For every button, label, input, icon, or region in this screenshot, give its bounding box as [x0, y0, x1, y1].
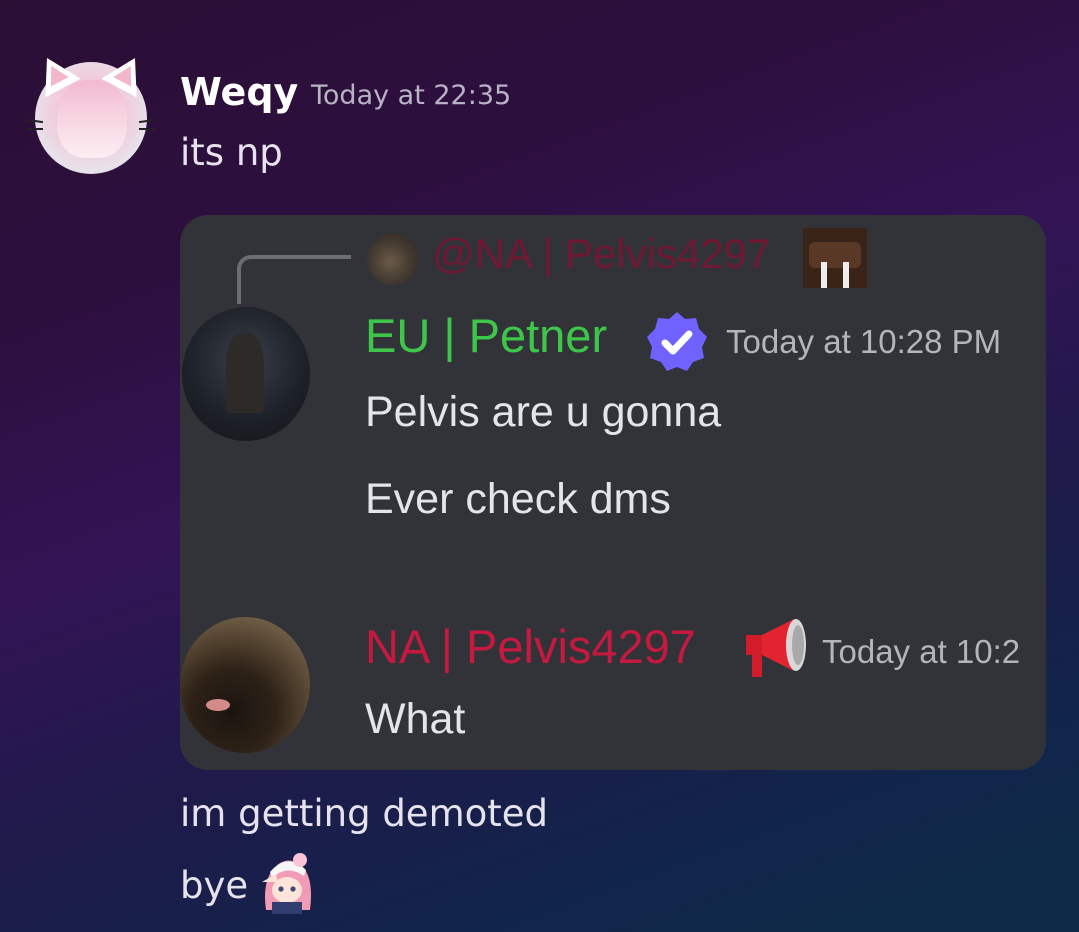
avatar-face	[57, 80, 127, 158]
avatar-figure	[226, 333, 264, 413]
petner-timestamp: Today at 10:28 PM	[726, 323, 1002, 360]
pelvis-timestamp: Today at 10:2	[822, 633, 1021, 670]
reply-spine	[237, 255, 351, 304]
megaphone-icon	[746, 619, 806, 677]
pelvis-avatar	[180, 617, 310, 753]
petner-avatar	[182, 307, 310, 441]
author-avatar[interactable]	[26, 48, 156, 174]
message-line: im getting demoted	[180, 792, 549, 835]
whisker-icon	[27, 128, 43, 130]
verified-badge-icon	[647, 312, 707, 371]
whisker-icon	[138, 118, 156, 124]
message-line: its np	[180, 131, 283, 174]
message-line: bye	[180, 864, 249, 907]
whisker-icon	[139, 128, 155, 130]
author-name[interactable]: Weqy	[180, 70, 298, 114]
pelvis-name: NA | Pelvis4297	[365, 620, 696, 673]
walrus-emoji-icon	[803, 228, 867, 288]
reply-mention: @NA | Pelvis4297	[432, 230, 771, 277]
anime-salute-emoji-icon[interactable]	[256, 852, 318, 914]
embed-message-line: What	[365, 695, 466, 743]
embed-message-line: Ever check dms	[365, 475, 671, 523]
embed-message-line: Pelvis are u gonna	[365, 388, 722, 436]
attached-image[interactable]: @NA | Pelvis4297 EU | Petner Today at 10…	[180, 215, 1046, 770]
whisker-icon	[26, 118, 44, 124]
dog-tongue	[206, 699, 230, 711]
reply-avatar	[367, 233, 419, 285]
message-timestamp[interactable]: Today at 22:35	[311, 80, 511, 111]
petner-name: EU | Petner	[365, 309, 608, 362]
